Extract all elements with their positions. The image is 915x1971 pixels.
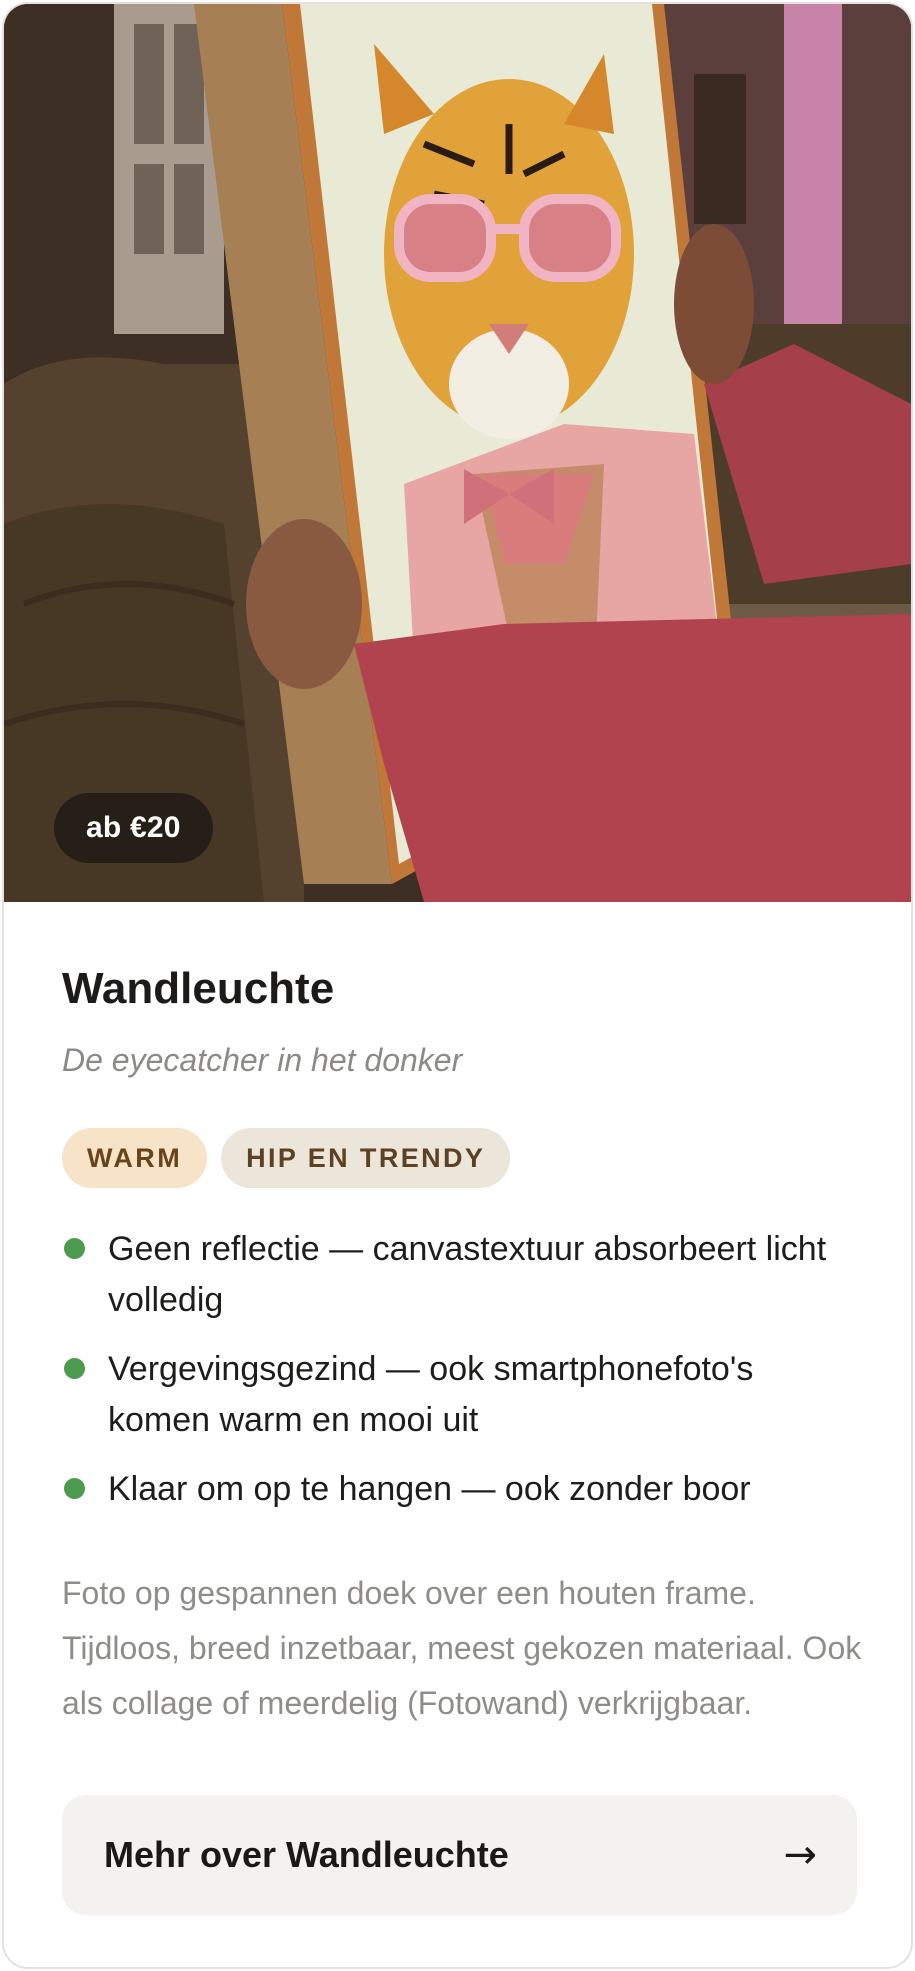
product-card[interactable]: ab €20 Wandleuchte De eyecatcher in het … — [2, 2, 913, 1969]
more-info-label: Mehr over Wandleuchte — [104, 1834, 509, 1875]
feature-item: Geen reflectie — canvastextuur absorbeer… — [62, 1224, 862, 1326]
product-description: Foto op gespannen doek over een houten f… — [62, 1575, 862, 1721]
tag-hip-en-trendy: HIP EN TRENDY — [221, 1128, 511, 1188]
product-title: Wandleuchte — [62, 964, 335, 1013]
feature-text: Klaar om op te hangen — ook zonder boor — [108, 1470, 751, 1508]
arrow-right-icon: → — [783, 1832, 817, 1878]
price-badge: ab €20 — [54, 793, 213, 863]
feature-list: Geen reflectie — canvastextuur absorbeer… — [62, 1224, 862, 1533]
feature-item: Klaar om op te hangen — ook zonder boor — [62, 1464, 862, 1515]
feature-text: Geen reflectie — canvastextuur absorbeer… — [108, 1230, 827, 1319]
hero-image: ab €20 — [4, 4, 911, 902]
bullet-dot-icon — [64, 1238, 85, 1259]
bullet-dot-icon — [64, 1358, 85, 1379]
tag-list: WARM HIP EN TRENDY — [62, 1128, 511, 1188]
tiger-lightbox-illustration — [4, 4, 911, 902]
feature-text: Vergevingsgezind — ook smartphonefoto's … — [108, 1350, 754, 1439]
bullet-dot-icon — [64, 1478, 85, 1499]
feature-item: Vergevingsgezind — ook smartphonefoto's … — [62, 1344, 862, 1446]
product-subtitle: De eyecatcher in het donker — [62, 1042, 463, 1078]
more-info-button[interactable]: Mehr over Wandleuchte → — [62, 1795, 857, 1915]
tag-warm: WARM — [62, 1128, 208, 1188]
